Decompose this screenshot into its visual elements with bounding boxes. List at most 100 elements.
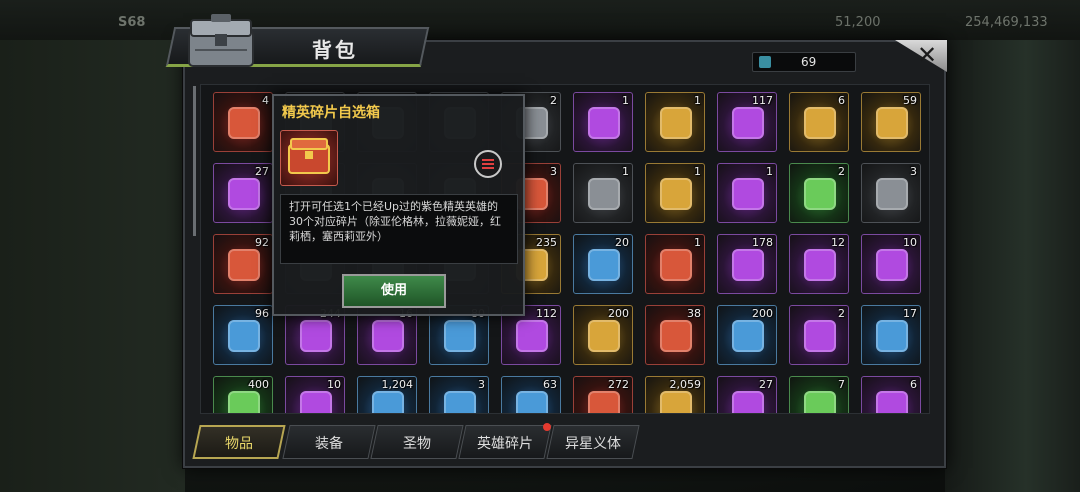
item-quantity: 1 bbox=[766, 165, 773, 178]
item-quantity: 3 bbox=[478, 378, 485, 391]
inventory-slot[interactable]: 1,204 bbox=[357, 376, 417, 413]
inventory-slot[interactable]: 3 bbox=[861, 163, 921, 223]
inventory-slot[interactable]: 6 bbox=[861, 376, 921, 413]
item-quantity: 178 bbox=[752, 236, 773, 249]
background-level-text: S68 bbox=[118, 15, 146, 30]
item-icon bbox=[228, 320, 260, 352]
inventory-slot[interactable]: 10 bbox=[285, 376, 345, 413]
inventory-slot[interactable]: 7 bbox=[789, 376, 849, 413]
inventory-slot[interactable]: 1 bbox=[645, 163, 705, 223]
inventory-slot[interactable]: 27 bbox=[213, 163, 273, 223]
item-icon bbox=[444, 320, 476, 352]
item-quantity: 10 bbox=[327, 378, 341, 391]
scrollbar[interactable] bbox=[193, 86, 196, 236]
item-quantity: 27 bbox=[255, 165, 269, 178]
inventory-slot[interactable]: 1 bbox=[645, 234, 705, 294]
background-right bbox=[945, 40, 1080, 492]
list-info-button[interactable] bbox=[474, 150, 502, 178]
item-icon bbox=[660, 320, 692, 352]
inventory-slot[interactable]: 20 bbox=[573, 234, 633, 294]
item-quantity: 1 bbox=[694, 236, 701, 249]
inventory-slot[interactable]: 59 bbox=[861, 92, 921, 152]
inventory-slot[interactable]: 200 bbox=[717, 305, 777, 365]
inventory-slot[interactable]: 96 bbox=[213, 305, 273, 365]
item-quantity: 6 bbox=[910, 378, 917, 391]
item-quantity: 20 bbox=[615, 236, 629, 249]
inventory-slot[interactable]: 63 bbox=[501, 376, 561, 413]
inventory-slot[interactable]: 6 bbox=[789, 92, 849, 152]
inventory-slot[interactable]: 12 bbox=[789, 234, 849, 294]
item-quantity: 63 bbox=[543, 378, 557, 391]
inventory-slot[interactable]: 10 bbox=[861, 234, 921, 294]
item-icon bbox=[660, 178, 692, 210]
use-button[interactable]: 使用 bbox=[342, 274, 446, 308]
background-power-text: 254,469,133 bbox=[965, 15, 1048, 30]
item-icon bbox=[804, 249, 836, 281]
tab-relics-label[interactable]: 圣物 bbox=[374, 433, 460, 453]
item-icon bbox=[660, 107, 692, 139]
list-icon bbox=[482, 159, 494, 161]
item-quantity: 2 bbox=[550, 94, 557, 107]
inventory-slot[interactable]: 2 bbox=[789, 163, 849, 223]
item-quantity: 2 bbox=[838, 307, 845, 320]
inventory-slot[interactable]: 1 bbox=[573, 163, 633, 223]
popup-title: 精英碎片自选箱 bbox=[282, 105, 380, 121]
inventory-slot[interactable]: 2,059 bbox=[645, 376, 705, 413]
inventory-slot[interactable]: 1 bbox=[717, 163, 777, 223]
item-icon bbox=[732, 391, 764, 413]
capacity-value: 69 bbox=[801, 55, 817, 69]
page-title: 背包 bbox=[312, 38, 358, 62]
background-top-bar bbox=[0, 0, 1080, 40]
item-quantity: 27 bbox=[759, 378, 773, 391]
inventory-slot[interactable]: 178 bbox=[717, 234, 777, 294]
inventory-slot[interactable]: 1 bbox=[573, 92, 633, 152]
item-quantity: 117 bbox=[752, 94, 773, 107]
inventory-slot[interactable]: 17 bbox=[861, 305, 921, 365]
item-quantity: 2,059 bbox=[669, 378, 702, 391]
item-quantity: 200 bbox=[752, 307, 773, 320]
item-quantity: 7 bbox=[838, 378, 845, 391]
inventory-slot[interactable]: 200 bbox=[573, 305, 633, 365]
inventory-slot[interactable]: 117 bbox=[717, 92, 777, 152]
item-icon bbox=[444, 391, 476, 413]
item-quantity: 3 bbox=[910, 165, 917, 178]
item-quantity: 10 bbox=[903, 236, 917, 249]
item-quantity: 3 bbox=[550, 165, 557, 178]
item-icon bbox=[228, 178, 260, 210]
tab-equipment-label[interactable]: 装备 bbox=[286, 433, 372, 453]
item-icon bbox=[588, 178, 620, 210]
item-quantity: 4 bbox=[262, 94, 269, 107]
item-icon bbox=[372, 320, 404, 352]
tab-alien-implants-label[interactable]: 异星义体 bbox=[550, 433, 636, 453]
item-icon bbox=[516, 391, 548, 413]
inventory-slot[interactable]: 3 bbox=[429, 376, 489, 413]
inventory-slot[interactable]: 400 bbox=[213, 376, 273, 413]
inventory-slot[interactable]: 2 bbox=[789, 305, 849, 365]
bag-capacity-icon bbox=[759, 56, 771, 68]
inventory-slot[interactable]: 92 bbox=[213, 234, 273, 294]
inventory-slot[interactable]: 27 bbox=[717, 376, 777, 413]
tab-items-label[interactable]: 物品 bbox=[196, 433, 282, 453]
popup-item-chest-icon bbox=[280, 130, 338, 186]
item-icon bbox=[876, 178, 908, 210]
background-left bbox=[0, 40, 185, 492]
inventory-slot[interactable]: 4 bbox=[213, 92, 273, 152]
item-icon bbox=[516, 320, 548, 352]
item-icon bbox=[228, 391, 260, 413]
item-icon bbox=[876, 320, 908, 352]
inventory-slot[interactable]: 272 bbox=[573, 376, 633, 413]
item-icon bbox=[588, 320, 620, 352]
item-quantity: 1 bbox=[694, 94, 701, 107]
tab-hero-shards-label[interactable]: 英雄碎片 bbox=[462, 433, 548, 453]
notification-dot bbox=[543, 423, 551, 431]
item-icon bbox=[804, 107, 836, 139]
item-quantity: 38 bbox=[687, 307, 701, 320]
item-quantity: 92 bbox=[255, 236, 269, 249]
item-icon bbox=[228, 107, 260, 139]
item-quantity: 2 bbox=[838, 165, 845, 178]
inventory-slot[interactable]: 38 bbox=[645, 305, 705, 365]
inventory-slot[interactable]: 1 bbox=[645, 92, 705, 152]
item-icon bbox=[732, 249, 764, 281]
item-quantity: 1 bbox=[622, 94, 629, 107]
close-icon[interactable]: ✕ bbox=[917, 42, 937, 68]
